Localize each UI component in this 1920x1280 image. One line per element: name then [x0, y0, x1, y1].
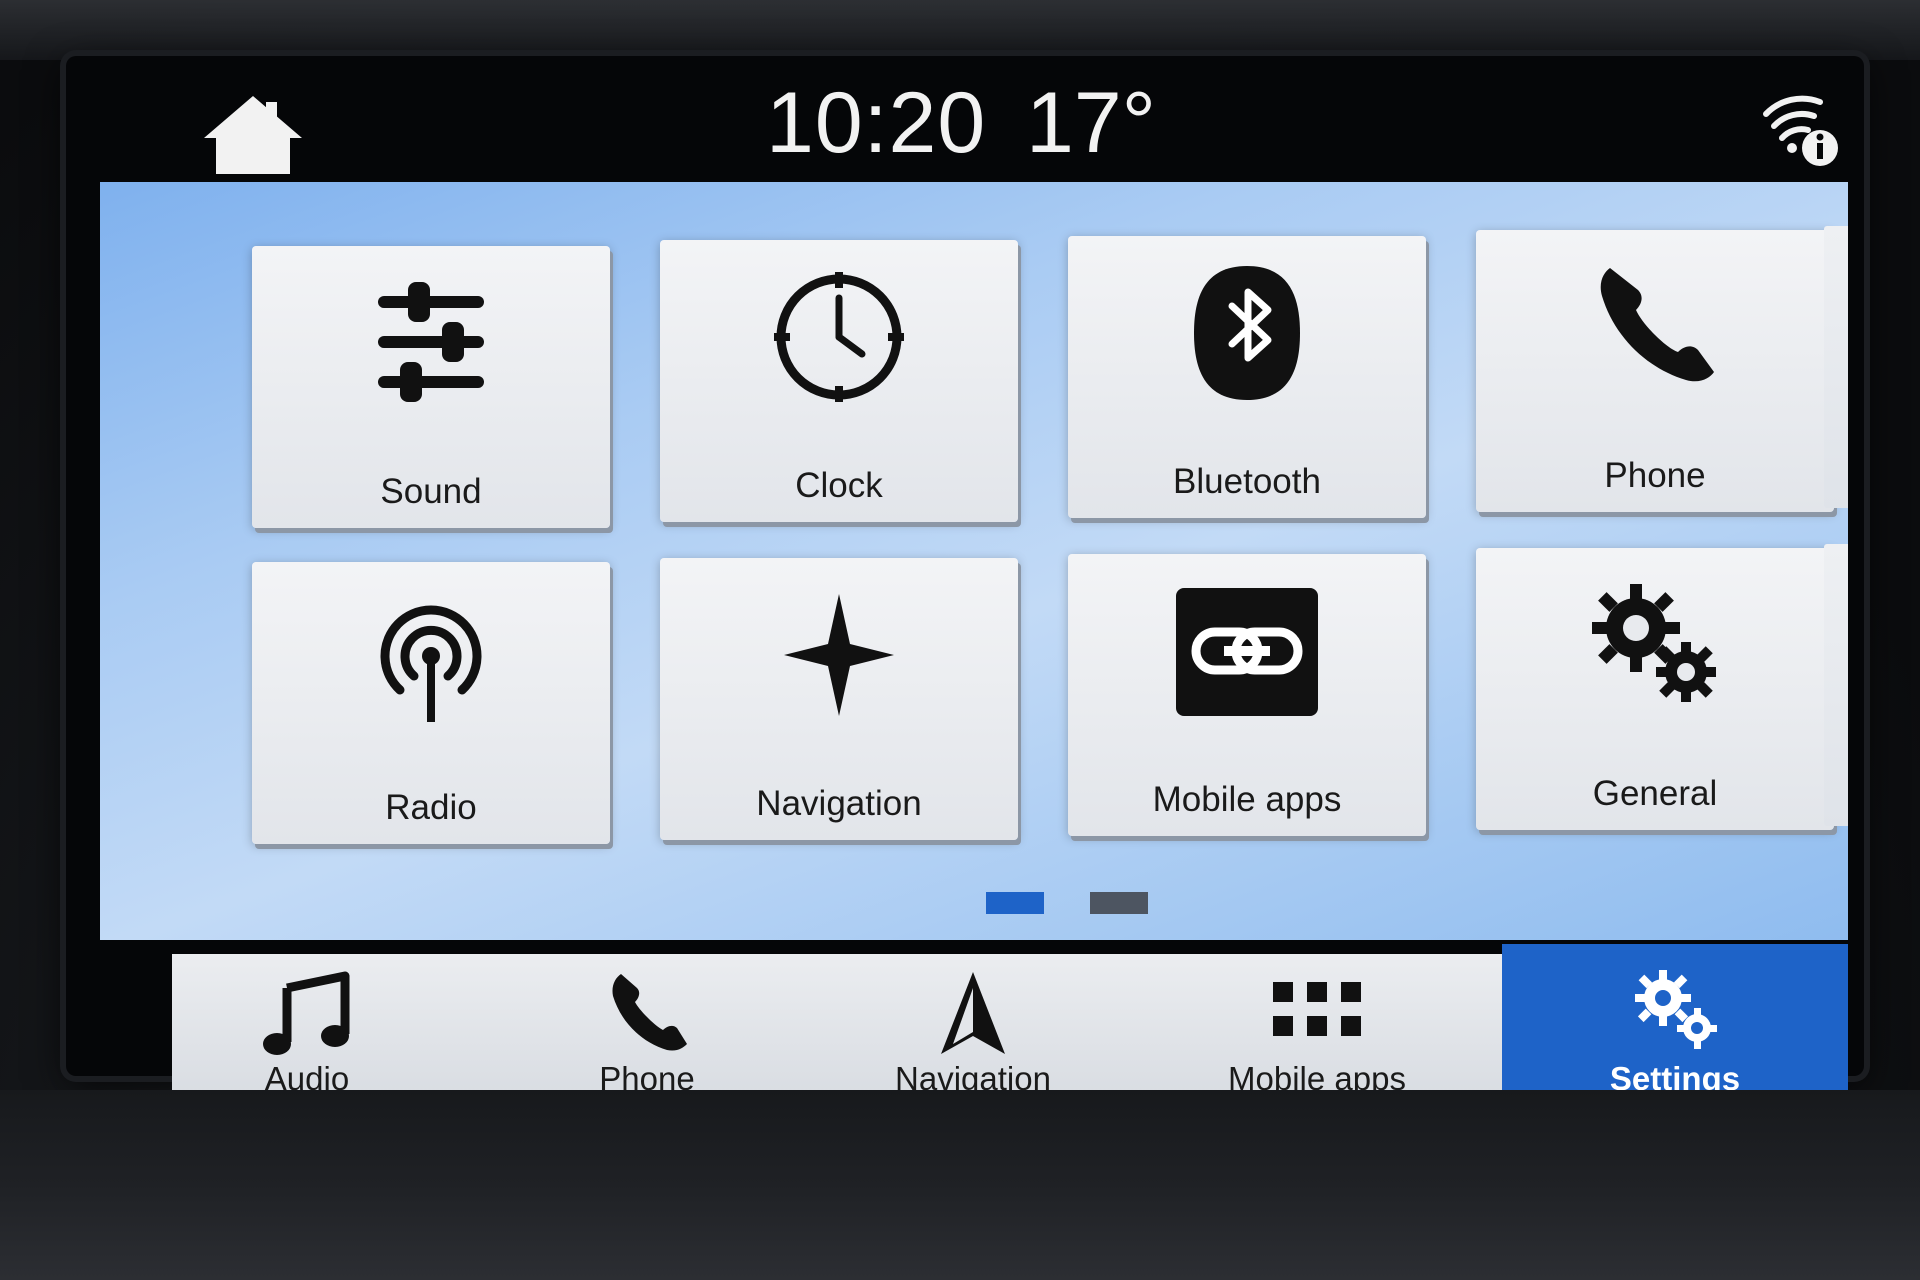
tile-mobile-apps[interactable]: Mobile apps — [1068, 554, 1426, 836]
tile-radio[interactable]: Radio — [252, 562, 610, 844]
home-icon — [204, 96, 302, 174]
dashboard-lower-trim — [0, 1090, 1920, 1280]
home-button[interactable] — [198, 92, 308, 178]
outside-temperature: 17° — [1026, 75, 1157, 171]
tile-navigation[interactable]: Navigation — [660, 558, 1018, 840]
tile-label: Clock — [795, 466, 883, 505]
page-dot-1[interactable] — [986, 892, 1044, 914]
bottom-navigation-bar: Audio Phone Navigation Mobile apps Setti… — [172, 944, 1848, 1110]
nav-navigation[interactable]: Navigation — [838, 954, 1108, 1110]
tile-general[interactable]: General — [1476, 548, 1834, 830]
tile-clock[interactable]: Clock — [660, 240, 1018, 522]
next-page-tile-edge — [1824, 544, 1848, 826]
nav-arrow-icon — [941, 972, 1005, 1054]
tile-label: Navigation — [756, 784, 922, 823]
tile-label: Sound — [380, 472, 482, 511]
tile-label: Radio — [385, 788, 477, 827]
nav-settings[interactable]: Settings — [1502, 944, 1848, 1110]
tile-label: General — [1592, 774, 1718, 813]
tile-sound[interactable]: Sound — [252, 246, 610, 528]
compass-star-icon — [784, 594, 894, 716]
phone-icon — [612, 974, 687, 1051]
sliders-icon — [378, 282, 484, 402]
nav-audio[interactable]: Audio — [172, 954, 442, 1110]
page-dot-2[interactable] — [1090, 892, 1148, 914]
bluetooth-icon — [1194, 266, 1300, 400]
tile-label: Mobile apps — [1152, 780, 1342, 819]
infotainment-screen: 10:20 17° Sound Clock Bluetooth Phone Ra… — [66, 56, 1864, 1110]
apps-grid-icon — [1273, 982, 1361, 1036]
phone-icon — [1600, 268, 1714, 382]
tile-phone[interactable]: Phone — [1476, 230, 1834, 512]
page-indicator — [100, 892, 1848, 916]
tile-label: Bluetooth — [1173, 462, 1321, 501]
link-icon — [1176, 588, 1318, 716]
music-note-icon — [263, 971, 350, 1055]
nav-mobile-apps[interactable]: Mobile apps — [1172, 954, 1462, 1110]
wifi-info-icon — [1763, 95, 1838, 166]
clock-time: 10:20 — [766, 75, 987, 171]
gears-icon — [1592, 584, 1716, 702]
nav-phone[interactable]: Phone — [512, 954, 782, 1110]
gears-icon — [1635, 970, 1717, 1049]
radio-antenna-icon — [380, 605, 482, 722]
tile-label: Phone — [1604, 456, 1706, 495]
wifi-info-status[interactable] — [1756, 92, 1846, 172]
tile-bluetooth[interactable]: Bluetooth — [1068, 236, 1426, 518]
photo-background: 10:20 17° Sound Clock Bluetooth Phone Ra… — [0, 0, 1920, 1280]
settings-area: Sound Clock Bluetooth Phone Radio Naviga… — [100, 182, 1848, 940]
status-bar: 10:20 17° — [66, 56, 1864, 176]
clock-icon — [774, 272, 904, 402]
bezel-top — [0, 0, 1920, 60]
next-page-tile-edge — [1824, 226, 1848, 508]
